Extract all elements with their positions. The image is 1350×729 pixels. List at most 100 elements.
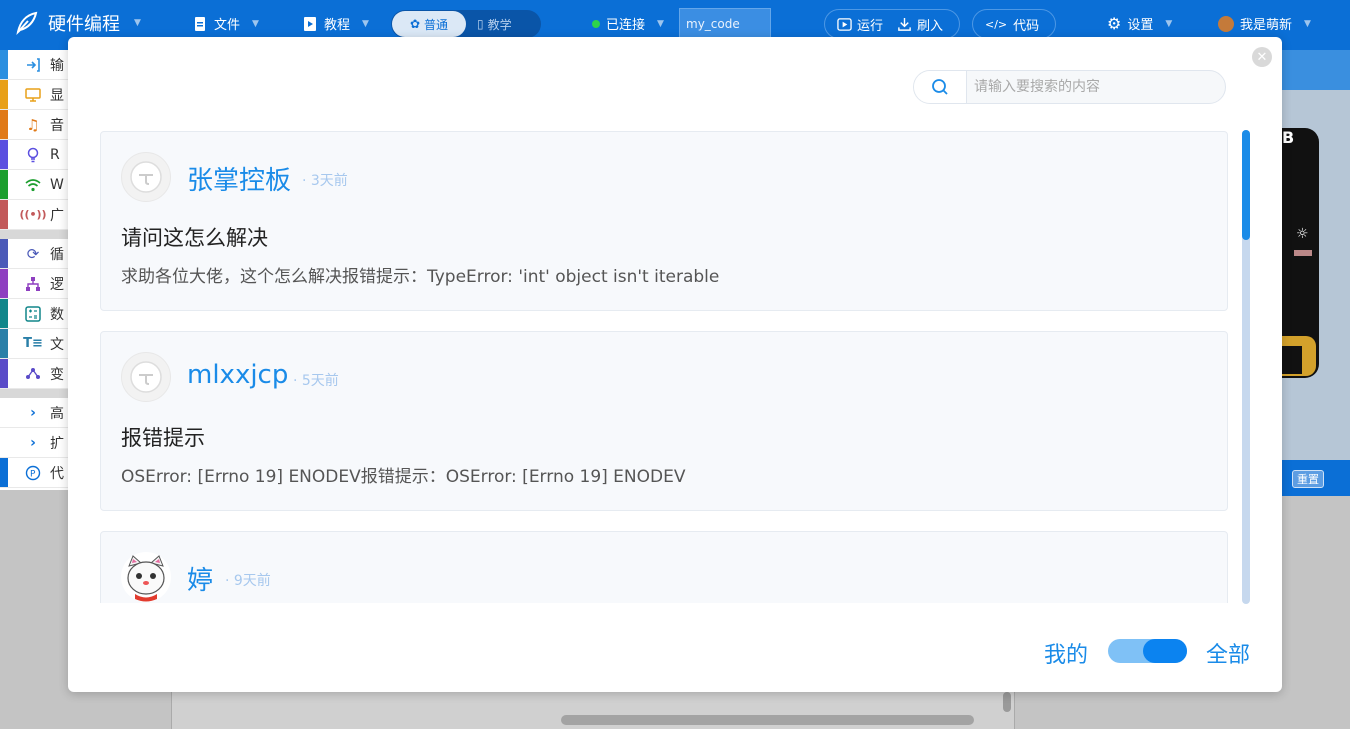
sidebar-item-label: 输	[50, 57, 64, 74]
settings-label: 设置	[1127, 18, 1154, 33]
mode-normal-label: 普通	[424, 17, 449, 32]
post-body: OSError: [Errno 19] ENODEV报错提示：OSError: …	[121, 467, 686, 487]
sidebar-item-label: 数	[50, 306, 64, 323]
post-card[interactable]: 婷 · 9天前	[100, 531, 1228, 603]
sidebar-item-variable[interactable]: 变	[0, 359, 68, 389]
sidebar-item-extension[interactable]: › 扩	[0, 428, 68, 458]
file-menu[interactable]: 文件 ▼	[192, 14, 259, 33]
chevron-down-icon: ▼	[1165, 18, 1173, 29]
input-icon	[24, 56, 42, 74]
sidebar-item-code[interactable]: P 代	[0, 458, 68, 488]
sidebar-item-math[interactable]: 数	[0, 299, 68, 329]
tutorial-menu[interactable]: 教程 ▼	[302, 14, 369, 33]
sidebar-item-label: R	[50, 146, 60, 163]
sidebar-divider	[0, 389, 68, 398]
default-avatar-icon	[130, 161, 162, 193]
chevron-down-icon: ▼	[362, 18, 369, 29]
post-username[interactable]: mlxxjcp	[187, 360, 288, 390]
mode-teach-option[interactable]: ▯ 教学	[477, 11, 512, 37]
reset-button[interactable]: 重置	[1292, 470, 1324, 488]
python-icon: P	[24, 464, 42, 482]
search-box	[913, 70, 1226, 104]
chevron-right-icon: ›	[30, 404, 36, 421]
broadcast-icon: ((•))	[19, 208, 47, 221]
sidebar-item-rgb[interactable]: R	[0, 140, 68, 170]
connection-menu[interactable]: 已连接 ▼	[592, 14, 664, 33]
chevron-down-icon: ▼	[1304, 18, 1311, 29]
cat-avatar-icon	[127, 555, 165, 602]
sidebar-item-wifi[interactable]: W	[0, 170, 68, 200]
search-button[interactable]	[914, 71, 967, 103]
mode-normal-option[interactable]: ✿ 普通	[392, 11, 466, 37]
post-username[interactable]: 张掌控板	[187, 160, 291, 197]
sidebar-item-text[interactable]: T≡ 文	[0, 329, 68, 359]
post-list-scrollbar[interactable]	[1242, 130, 1250, 604]
sidebar-item-loop[interactable]: ⟳ 循	[0, 239, 68, 269]
flash-button[interactable]: 刷入	[897, 15, 943, 34]
connection-status: 已连接	[606, 18, 646, 33]
scrollbar-thumb[interactable]	[1242, 130, 1250, 240]
chevron-down-icon: ▼	[134, 18, 141, 28]
default-avatar-icon	[130, 361, 162, 393]
variable-icon	[24, 365, 42, 383]
sidebar-item-label: 音	[50, 117, 64, 134]
search-input[interactable]	[974, 77, 1214, 97]
run-flash-group: 运行 刷入	[824, 9, 960, 39]
post-card[interactable]: 张掌控板 · 3天前 请问这怎么解决 求助各位大佬，这个怎么解决报错提示：Typ…	[100, 131, 1228, 311]
post-time: · 5天前	[293, 373, 339, 389]
code-label: 代码	[1013, 18, 1040, 34]
post-card[interactable]: mlxxjcp · 5天前 报错提示 OSError: [Errno 19] E…	[100, 331, 1228, 511]
music-icon: ♫	[26, 115, 40, 134]
code-name-field[interactable]: my_code	[679, 8, 771, 40]
sidebar-item-logic[interactable]: 逻	[0, 269, 68, 299]
connected-status-dot-icon	[592, 19, 600, 28]
simulator-header	[1282, 50, 1350, 90]
avatar	[121, 152, 171, 202]
sidebar-item-input[interactable]: 输	[0, 50, 68, 80]
run-button[interactable]: 运行	[837, 15, 883, 34]
video-book-icon	[304, 16, 316, 31]
workspace-vertical-scrollbar[interactable]	[1003, 692, 1011, 712]
user-menu[interactable]: 我是萌新 ▼	[1218, 14, 1311, 33]
avatar	[121, 552, 171, 602]
code-button[interactable]: </> 代码	[972, 9, 1056, 39]
chevron-down-icon: ▼	[252, 18, 259, 29]
chevron-down-icon: ▼	[657, 18, 664, 29]
file-icon	[195, 16, 205, 31]
avatar	[121, 352, 171, 402]
sidebar-item-label: 广	[50, 207, 64, 224]
mode-teach-label: 教学	[487, 17, 512, 32]
sidebar-item-broadcast[interactable]: ((•)) 广	[0, 200, 68, 230]
flash-label: 刷入	[917, 18, 944, 34]
sidebar-item-advanced[interactable]: › 高	[0, 398, 68, 428]
board-letter: B	[1282, 128, 1295, 147]
resistor-icon	[1294, 250, 1312, 256]
text-icon: T≡	[23, 336, 43, 351]
workspace-horizontal-scrollbar[interactable]	[561, 715, 974, 725]
download-icon	[898, 17, 911, 31]
sidebar-item-music[interactable]: ♫ 音	[0, 110, 68, 140]
search-icon	[932, 79, 948, 95]
post-username[interactable]: 婷	[187, 560, 213, 597]
close-button[interactable]: ✕	[1252, 47, 1272, 67]
math-icon	[24, 305, 42, 323]
user-avatar	[1218, 15, 1234, 32]
mode-toggle[interactable]: ✿ 普通 ▯ 教学	[391, 10, 541, 38]
mine-all-toggle[interactable]	[1108, 639, 1187, 663]
sidebar-item-display[interactable]: 显	[0, 80, 68, 110]
file-menu-label: 文件	[214, 18, 241, 33]
play-icon	[837, 17, 852, 31]
sidebar-item-label: 显	[50, 87, 64, 104]
gear-icon: ⚙	[1107, 14, 1122, 33]
sidebar-item-label: 代	[50, 465, 64, 482]
app-logo[interactable]: 硬件编程 ▼	[14, 10, 141, 36]
svg-text:P: P	[30, 469, 36, 479]
book-icon: ▯	[477, 17, 484, 31]
display-icon	[24, 86, 42, 104]
community-dialog: ✕ 张掌控板 · 3天前 请问这怎么解决 求助各位大佬，这个怎么解决报错提示：T…	[68, 37, 1282, 692]
filter-mine-label[interactable]: 我的	[1044, 637, 1088, 669]
filter-all-label[interactable]: 全部	[1206, 637, 1250, 669]
settings-menu[interactable]: ⚙ 设置 ▼	[1107, 14, 1172, 33]
tutorial-menu-label: 教程	[324, 18, 351, 33]
board-connector-gap	[1282, 346, 1302, 374]
